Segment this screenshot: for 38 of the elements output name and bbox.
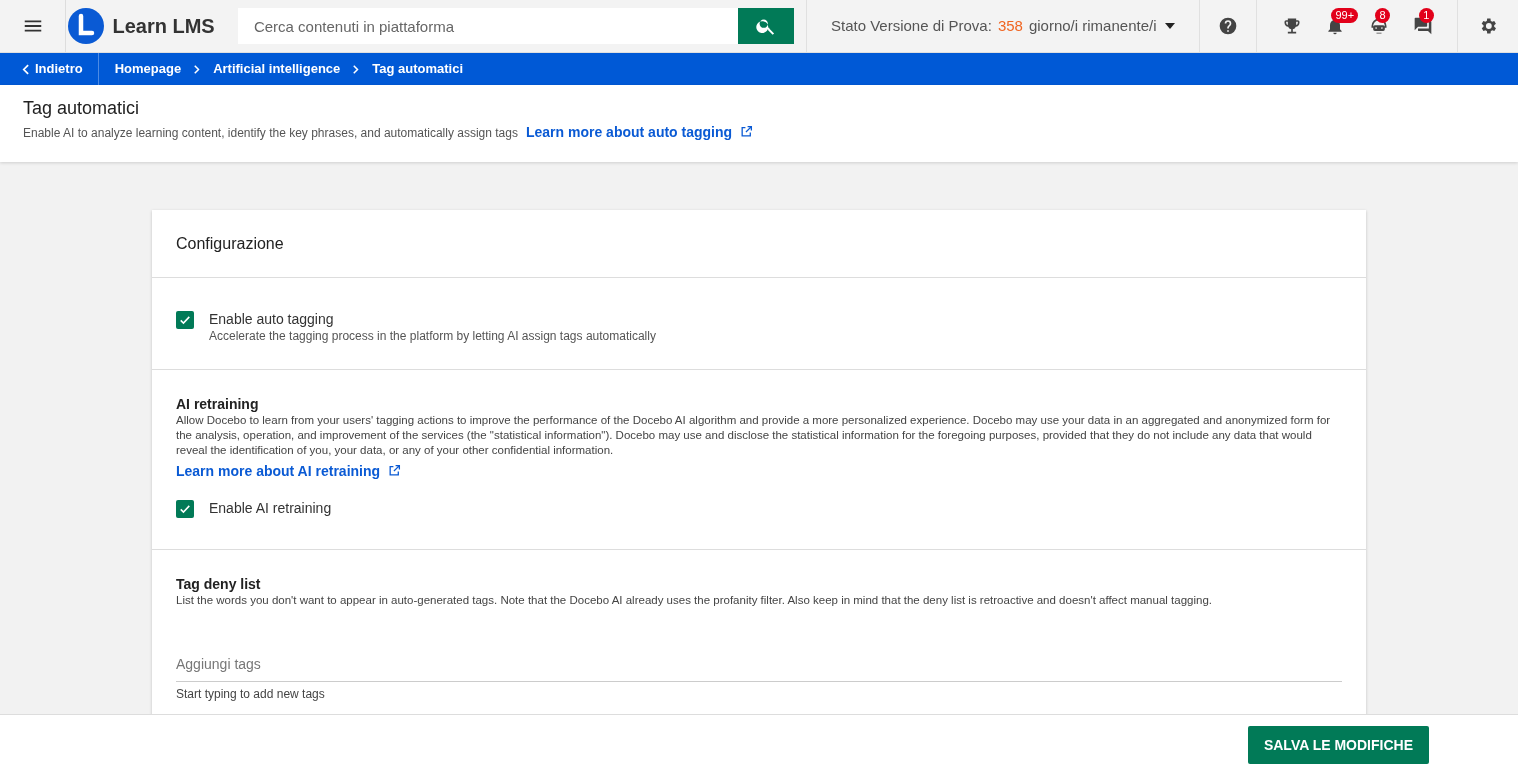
page-title: Tag automatici — [23, 97, 141, 120]
learn-more-link[interactable]: Learn more about AI retraining — [176, 461, 402, 482]
trial-status-dropdown[interactable]: Stato Versione di Prova: 358 giorno/i rimanente/i — [805, 0, 1199, 52]
notification-badge: 99+ — [1331, 8, 1359, 23]
checkbox-hint: Accelerate the tagging process in the platform by letting AI assign tags automatically — [209, 328, 656, 345]
learn-more-link[interactable]: Learn more about auto tagging — [526, 122, 754, 143]
chevron-icon — [194, 64, 201, 74]
checkbox[interactable] — [176, 499, 194, 518]
save-button[interactable]: SALVA LE MODIFICHE — [1247, 726, 1429, 764]
card-title: Configurazione — [152, 210, 1366, 278]
notification-badge: 8 — [1375, 8, 1391, 23]
checkbox-label: Enable AI retraining — [209, 499, 332, 518]
section-title: Tag deny list — [176, 575, 262, 593]
search-button[interactable] — [737, 8, 794, 44]
breadcrumb-link[interactable]: Artificial intelligence — [213, 59, 341, 79]
trophy-icon — [1282, 16, 1303, 36]
caret-icon — [1164, 23, 1175, 29]
robot-button[interactable]: 8 — [1357, 0, 1401, 52]
checkbox-label: Enable auto tagging — [209, 310, 335, 328]
external-link-icon — [740, 125, 754, 138]
chevron-icon — [353, 64, 360, 74]
field-hint: Start typing to add new tags — [176, 686, 326, 703]
search-field[interactable]: Cerca contenuti in piattaforma — [237, 8, 738, 44]
chevron-left-icon — [22, 63, 29, 75]
page-description: Enable AI to analyze learning content, identify the key phrases, and automatically assign tags — [23, 124, 518, 142]
bell-button[interactable]: 99+ — [1313, 0, 1358, 52]
external-link-icon — [388, 464, 402, 477]
logo-text: Learn LMS — [112, 14, 215, 39]
logo-icon — [68, 8, 105, 44]
help-icon — [1217, 16, 1238, 36]
breadcrumb-link[interactable]: Tag automatici — [372, 59, 464, 79]
tags-input-field[interactable]: Aggiungi tags — [176, 646, 1342, 682]
section-title: AI retraining — [176, 395, 260, 413]
checkbox[interactable] — [176, 311, 194, 329]
section-description: Allow Docebo to learn from your users' tagging actions to improve the performance of the Docebo AI algorithm and provide a more personalized experience. Docebo may use your data in an aggregated and anonymized form for the analysis, operation, and improvement of the services (the "statistical information"). Docebo may use and disclose the statistical information for the foregoing purposes, provided that they do not include any data that would reveal the identification of you, your data, or any of your other confidential information. — [176, 413, 1332, 458]
section-description: List the words you don't want to appear in auto-generated tags. Note that the Docebo AI already uses the profanity filter. Also keep in mind that the deny list is retroactive and doesn't affect manual tagging. — [176, 593, 1213, 608]
chat-button[interactable]: 1 — [1400, 0, 1445, 52]
breadcrumb-link[interactable]: Homepage — [114, 59, 182, 79]
